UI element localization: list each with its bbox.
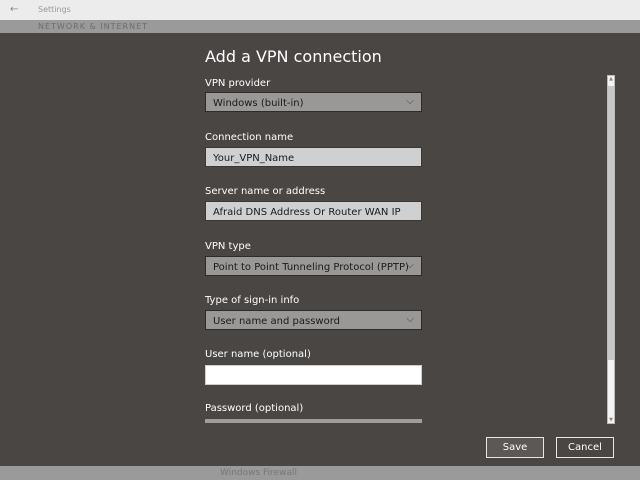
add-vpn-dialog: Add a VPN connection VPN provider Window… (0, 33, 640, 466)
connection-name-input[interactable]: Your_VPN_Name (205, 147, 422, 167)
window-title: Settings (38, 5, 71, 14)
username-label: User name (optional) (205, 349, 311, 360)
vpn-provider-label: VPN provider (205, 78, 271, 89)
password-label: Password (optional) (205, 403, 304, 414)
scroll-down-icon[interactable]: ▼ (608, 417, 614, 423)
vpn-provider-select[interactable]: Windows (built-in) ⌵ (205, 92, 422, 112)
background-settings-list: Windows Firewall (0, 466, 640, 480)
chevron-down-icon: ⌵ (406, 96, 414, 107)
save-button[interactable]: Save (486, 437, 544, 458)
vpn-type-value: Point to Point Tunneling Protocol (PPTP) (213, 262, 409, 273)
scrollbar-thumb[interactable] (608, 86, 614, 360)
server-address-label: Server name or address (205, 186, 326, 197)
sign-in-type-select[interactable]: User name and password ⌵ (205, 310, 422, 330)
username-input[interactable] (205, 365, 422, 385)
scroll-up-icon[interactable]: ▲ (608, 76, 614, 82)
section-title: NETWORK & INTERNET (38, 22, 149, 31)
scrollbar[interactable]: ▲ ▼ (607, 75, 615, 424)
chevron-down-icon: ⌵ (406, 260, 414, 271)
vpn-type-label: VPN type (205, 241, 251, 252)
dialog-title: Add a VPN connection (205, 47, 382, 66)
connection-name-label: Connection name (205, 132, 294, 143)
sign-in-type-value: User name and password (213, 316, 340, 327)
title-bar: ← Settings (0, 0, 640, 20)
vpn-type-select[interactable]: Point to Point Tunneling Protocol (PPTP)… (205, 256, 422, 276)
server-address-input[interactable]: Afraid DNS Address Or Router WAN IP (205, 201, 422, 221)
password-input[interactable] (205, 419, 422, 423)
back-arrow-icon[interactable]: ← (10, 4, 18, 15)
settings-header: NETWORK & INTERNET (0, 20, 640, 33)
sign-in-type-label: Type of sign-in info (205, 295, 300, 306)
chevron-down-icon: ⌵ (406, 314, 414, 325)
vpn-provider-value: Windows (built-in) (213, 98, 304, 109)
cancel-button[interactable]: Cancel (556, 437, 614, 458)
windows-firewall-item: Windows Firewall (220, 468, 297, 478)
